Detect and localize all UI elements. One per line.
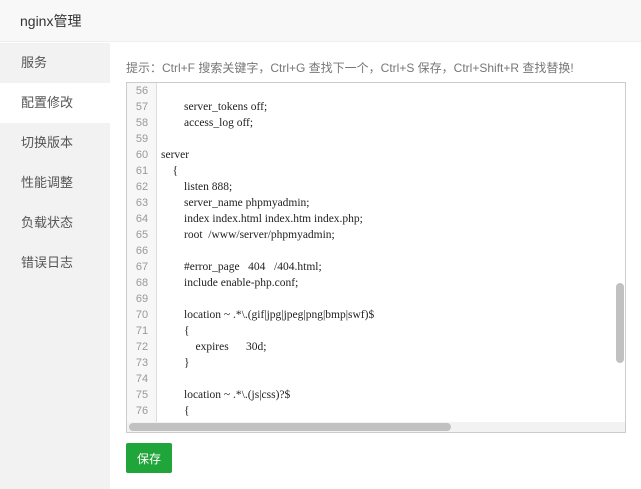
sidebar-item-service[interactable]: 服务 [0, 43, 110, 83]
code-text: #error_page 404 /404.html; [161, 261, 322, 273]
code-line[interactable]: 71 { [127, 323, 374, 339]
code-text: server_name phpmyadmin; [161, 197, 310, 209]
sidebar-item-switch-version[interactable]: 切换版本 [0, 123, 110, 163]
code-line[interactable]: 66 [127, 243, 374, 259]
line-number: 63 [135, 197, 149, 209]
line-number: 76 [135, 405, 149, 417]
line-number: 58 [135, 117, 149, 129]
code-text: server [161, 149, 190, 161]
line-number: 68 [135, 277, 149, 289]
line-number: 72 [135, 341, 149, 353]
code-line[interactable]: 63 server_name phpmyadmin; [127, 195, 374, 211]
code-line[interactable]: 68 include enable-php.conf; [127, 275, 374, 291]
code-text: location ~ .*\.(js|css)?$ [161, 389, 291, 401]
code-line[interactable]: 59 [127, 131, 374, 147]
code-text: listen 888; [161, 181, 233, 193]
code-text: } [161, 357, 190, 369]
sidebar-item-performance[interactable]: 性能调整 [0, 163, 110, 203]
code-line[interactable]: 76 { [127, 403, 374, 419]
sidebar-item-error-log[interactable]: 错误日志 [0, 243, 110, 283]
code-line[interactable]: 62 listen 888; [127, 179, 374, 195]
line-number: 71 [135, 325, 149, 337]
code-text: expires 30d; [161, 341, 267, 353]
line-number: 69 [135, 293, 149, 305]
line-number: 57 [135, 101, 149, 113]
code-line[interactable]: 67 #error_page 404 /404.html; [127, 259, 374, 275]
code-text: access_log off; [161, 117, 254, 129]
line-number: 73 [135, 357, 149, 369]
line-number: 61 [135, 165, 149, 177]
code-line[interactable]: 57 server_tokens off; [127, 99, 374, 115]
code-line[interactable]: 70 location ~ .*\.(gif|jpg|jpeg|png|bmp|… [127, 307, 374, 323]
line-number: 62 [135, 181, 149, 193]
line-number: 65 [135, 229, 149, 241]
horizontal-scrollbar[interactable] [127, 422, 625, 432]
line-number: 74 [135, 373, 149, 385]
code-lines[interactable]: 56 57 server_tokens off; 58 access_log off… [127, 83, 374, 432]
code-line[interactable]: 58 access_log off; [127, 115, 374, 131]
line-number: 66 [135, 245, 149, 257]
code-line[interactable]: 64 index index.html index.htm index.php; [127, 211, 374, 227]
code-text: { [161, 405, 190, 417]
sidebar: 服务 配置修改 切换版本 性能调整 负载状态 错误日志 [0, 43, 110, 489]
line-number: 75 [135, 389, 149, 401]
code-line[interactable]: 73 } [127, 355, 374, 371]
line-number: 67 [135, 261, 149, 273]
line-number: 70 [135, 309, 149, 321]
line-number: 56 [135, 85, 149, 97]
code-text: { [161, 165, 179, 177]
code-text: server_tokens off; [161, 101, 268, 113]
code-line[interactable]: 61 { [127, 163, 374, 179]
code-line[interactable]: 74 [127, 371, 374, 387]
line-number: 59 [135, 133, 149, 145]
hint-text: 提示：Ctrl+F 搜索关键字，Ctrl+G 查找下一个，Ctrl+S 保存，C… [126, 61, 574, 75]
save-button[interactable]: 保存 [126, 443, 172, 473]
code-line[interactable]: 75 location ~ .*\.(js|css)?$ [127, 387, 374, 403]
code-text: index index.html index.htm index.php; [161, 213, 363, 225]
code-line[interactable]: 69 [127, 291, 374, 307]
vertical-scrollbar[interactable] [615, 83, 625, 432]
line-number: 60 [135, 149, 149, 161]
code-line[interactable]: 65 root /www/server/phpmyadmin; [127, 227, 374, 243]
window-title: nginx管理 [0, 0, 641, 42]
line-number: 64 [135, 213, 149, 225]
code-text: location ~ .*\.(gif|jpg|jpeg|png|bmp|swf… [161, 309, 375, 321]
code-line[interactable]: 72 expires 30d; [127, 339, 374, 355]
code-text: include enable-php.conf; [161, 277, 299, 289]
sidebar-item-load-status[interactable]: 负载状态 [0, 203, 110, 243]
code-editor[interactable]: 56 57 server_tokens off; 58 access_log off… [126, 82, 626, 433]
code-line[interactable]: 60 server [127, 147, 374, 163]
code-text: root /www/server/phpmyadmin; [161, 229, 335, 241]
code-line[interactable]: 56 [127, 83, 374, 99]
code-text: { [161, 325, 190, 337]
sidebar-item-config[interactable]: 配置修改 [0, 83, 110, 123]
